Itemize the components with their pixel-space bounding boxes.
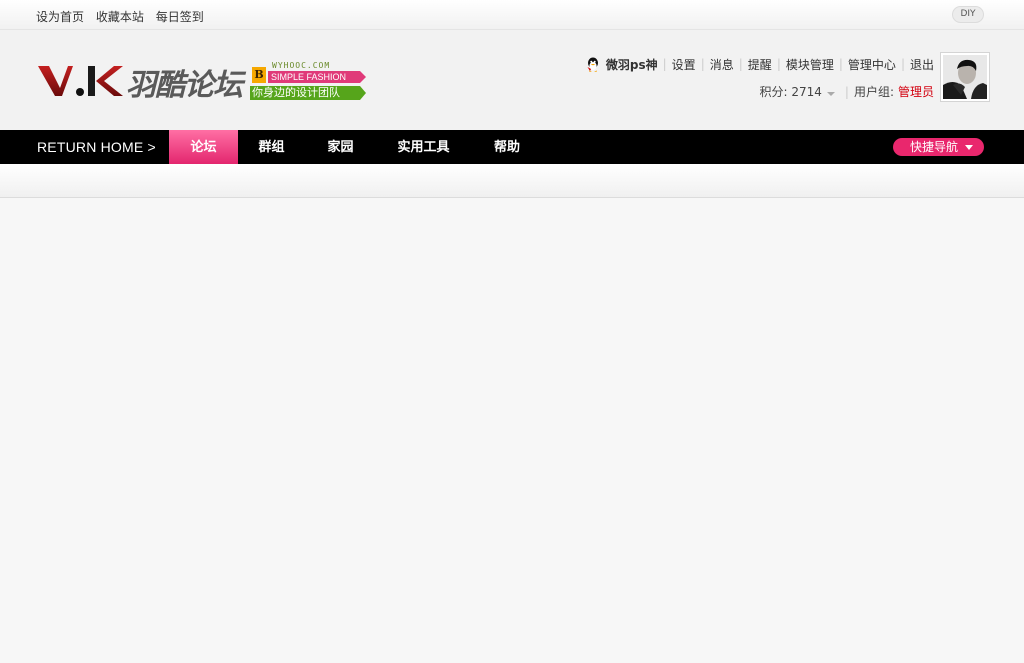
nav-item-forum[interactable]: 论坛 [169,130,238,164]
return-home-link[interactable]: RETURN HOME > [37,139,156,155]
user-menu-row: 微羽ps神 | 设置 | 消息 | 提醒 | 模块管理 | 管理中心 | 退出 [586,56,934,72]
reminders-link[interactable]: 提醒 [748,56,772,73]
quick-nav-button[interactable]: 快捷导航 [893,138,984,156]
top-toolbar: 设为首页 收藏本站 每日签到 DIY [0,0,1024,30]
bookmark-site-link[interactable]: 收藏本站 [96,10,144,24]
user-group-label: 用户组: [853,85,894,99]
qq-penguin-icon [586,57,600,72]
sub-nav-bar [0,164,1024,198]
user-panel: 微羽ps神 | 设置 | 消息 | 提醒 | 模块管理 | 管理中心 | 退出 … [586,56,934,100]
quick-nav-label: 快捷导航 [910,140,959,154]
top-links: 设为首页 收藏本站 每日签到 [36,8,212,25]
user-group-value[interactable]: 管理员 [898,83,934,100]
divider: | [900,57,905,71]
set-homepage-link[interactable]: 设为首页 [36,10,84,24]
admin-center-link[interactable]: 管理中心 [848,56,896,73]
logo-simple-fashion-tag: SIMPLE FASHION [268,71,366,83]
avatar[interactable] [940,52,990,102]
divider: | [662,57,667,71]
chevron-down-icon [965,145,973,150]
main-nav: RETURN HOME > 论坛 群组 家园 实用工具 帮助 快捷导航 [0,130,1024,164]
settings-link[interactable]: 设置 [672,56,696,73]
diy-button[interactable]: DIY [952,6,984,23]
main-content-area [0,199,1024,663]
points-label: 积分: 2714 [759,85,822,99]
logout-link[interactable]: 退出 [910,56,934,73]
site-header: 羽酷论坛 B WYHOOC.COM SIMPLE FASHION 你身边的设计团… [0,30,1024,130]
username-link[interactable]: 微羽ps神 [606,56,658,73]
module-manage-link[interactable]: 模块管理 [786,56,834,73]
logo-slogan-tag: 你身边的设计团队 [250,86,366,100]
messages-link[interactable]: 消息 [710,56,734,73]
divider: | [738,57,743,71]
divider: | [700,57,705,71]
nav-item-home[interactable]: 家园 [305,130,376,164]
logo-domain-text: WYHOOC.COM [272,61,331,70]
points-dropdown[interactable]: 积分: 2714 [759,83,835,100]
divider: | [838,57,843,71]
chevron-down-icon [826,92,835,96]
nav-item-tools[interactable]: 实用工具 [376,130,471,164]
avatar-photo-icon [943,55,987,99]
logo-chinese-text: 羽酷论坛 [126,68,243,103]
daily-checkin-link[interactable]: 每日签到 [156,10,204,24]
vk-logo-mark-icon [38,66,123,96]
divider: | [776,57,781,71]
nav-item-groups[interactable]: 群组 [238,130,305,164]
site-logo[interactable]: 羽酷论坛 B WYHOOC.COM SIMPLE FASHION 你身边的设计团… [36,60,366,104]
user-stats-row: 积分: 2714 | 用户组: 管理员 [586,83,934,100]
nav-item-help[interactable]: 帮助 [471,130,543,164]
divider: | [844,84,849,99]
logo-b-badge: B [252,67,266,83]
